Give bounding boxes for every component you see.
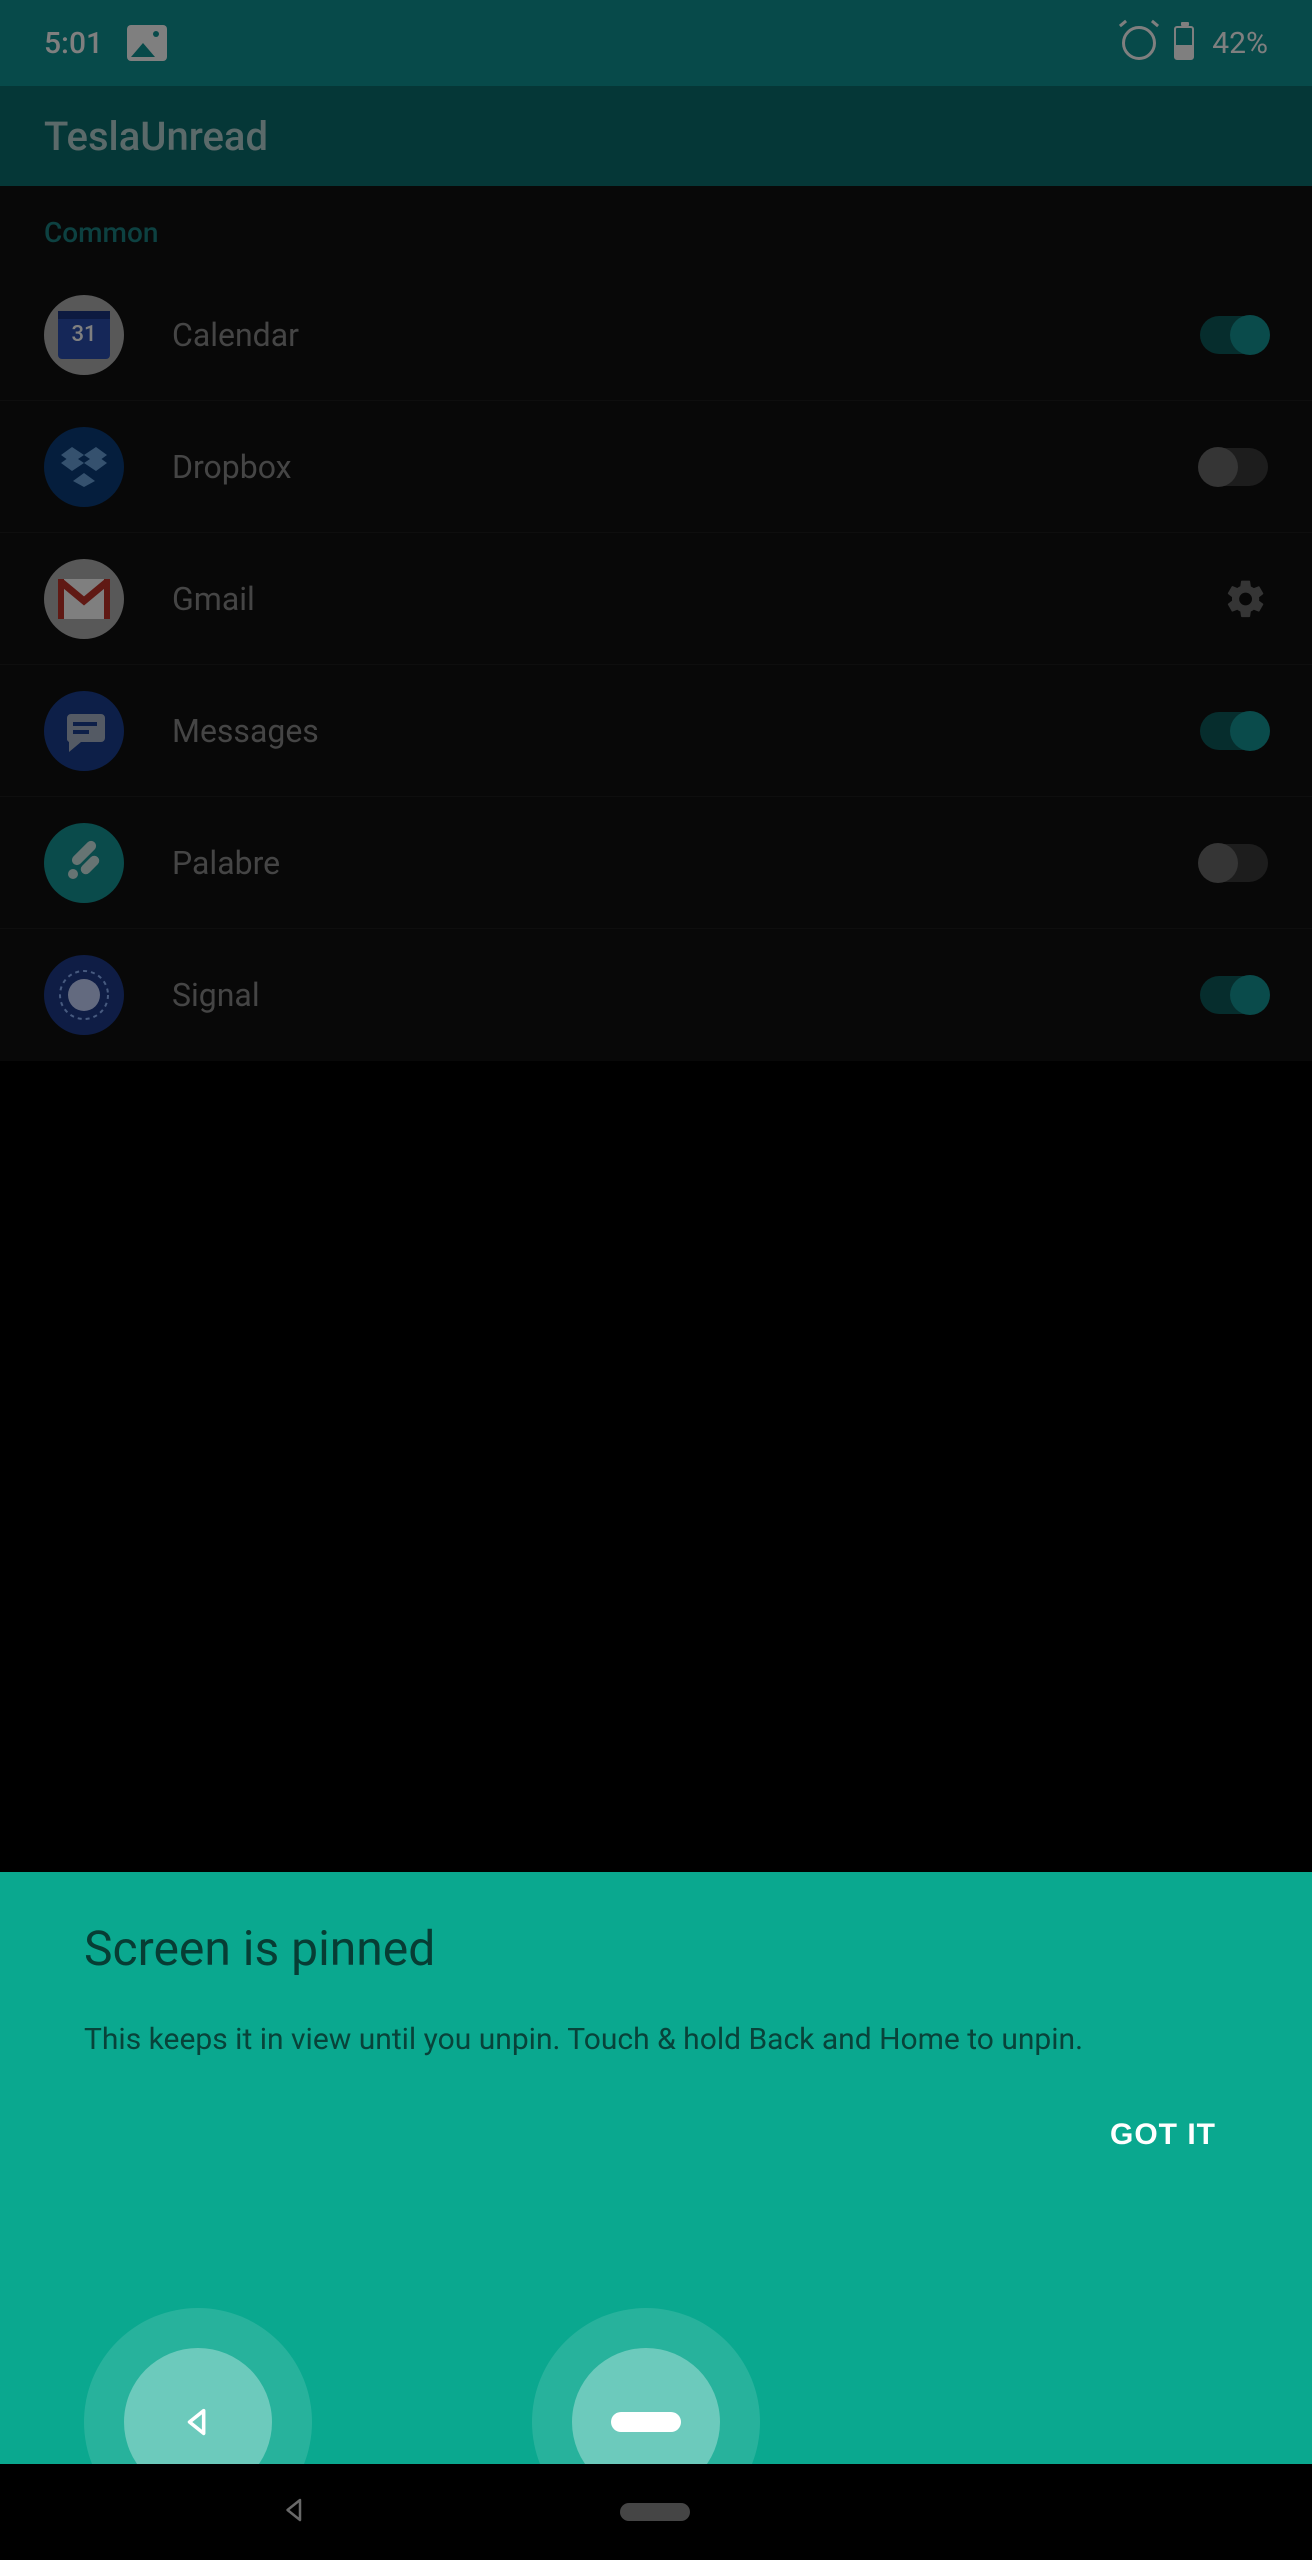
back-triangle-icon xyxy=(181,2405,215,2439)
pin-dialog-body: This keeps it in view until you unpin. T… xyxy=(84,2017,1228,2062)
demo-home-button xyxy=(572,2348,720,2464)
demo-back-button xyxy=(124,2348,272,2464)
home-pill-icon xyxy=(611,2412,681,2432)
pin-dialog: Screen is pinned This keeps it in view u… xyxy=(0,1872,1312,2464)
demo-nav-buttons xyxy=(84,2308,760,2464)
demo-home-button-halo xyxy=(532,2308,760,2464)
pin-dialog-title: Screen is pinned xyxy=(84,1920,1228,1977)
got-it-button[interactable]: GOT IT xyxy=(1110,2118,1216,2152)
demo-back-button-halo xyxy=(84,2308,312,2464)
